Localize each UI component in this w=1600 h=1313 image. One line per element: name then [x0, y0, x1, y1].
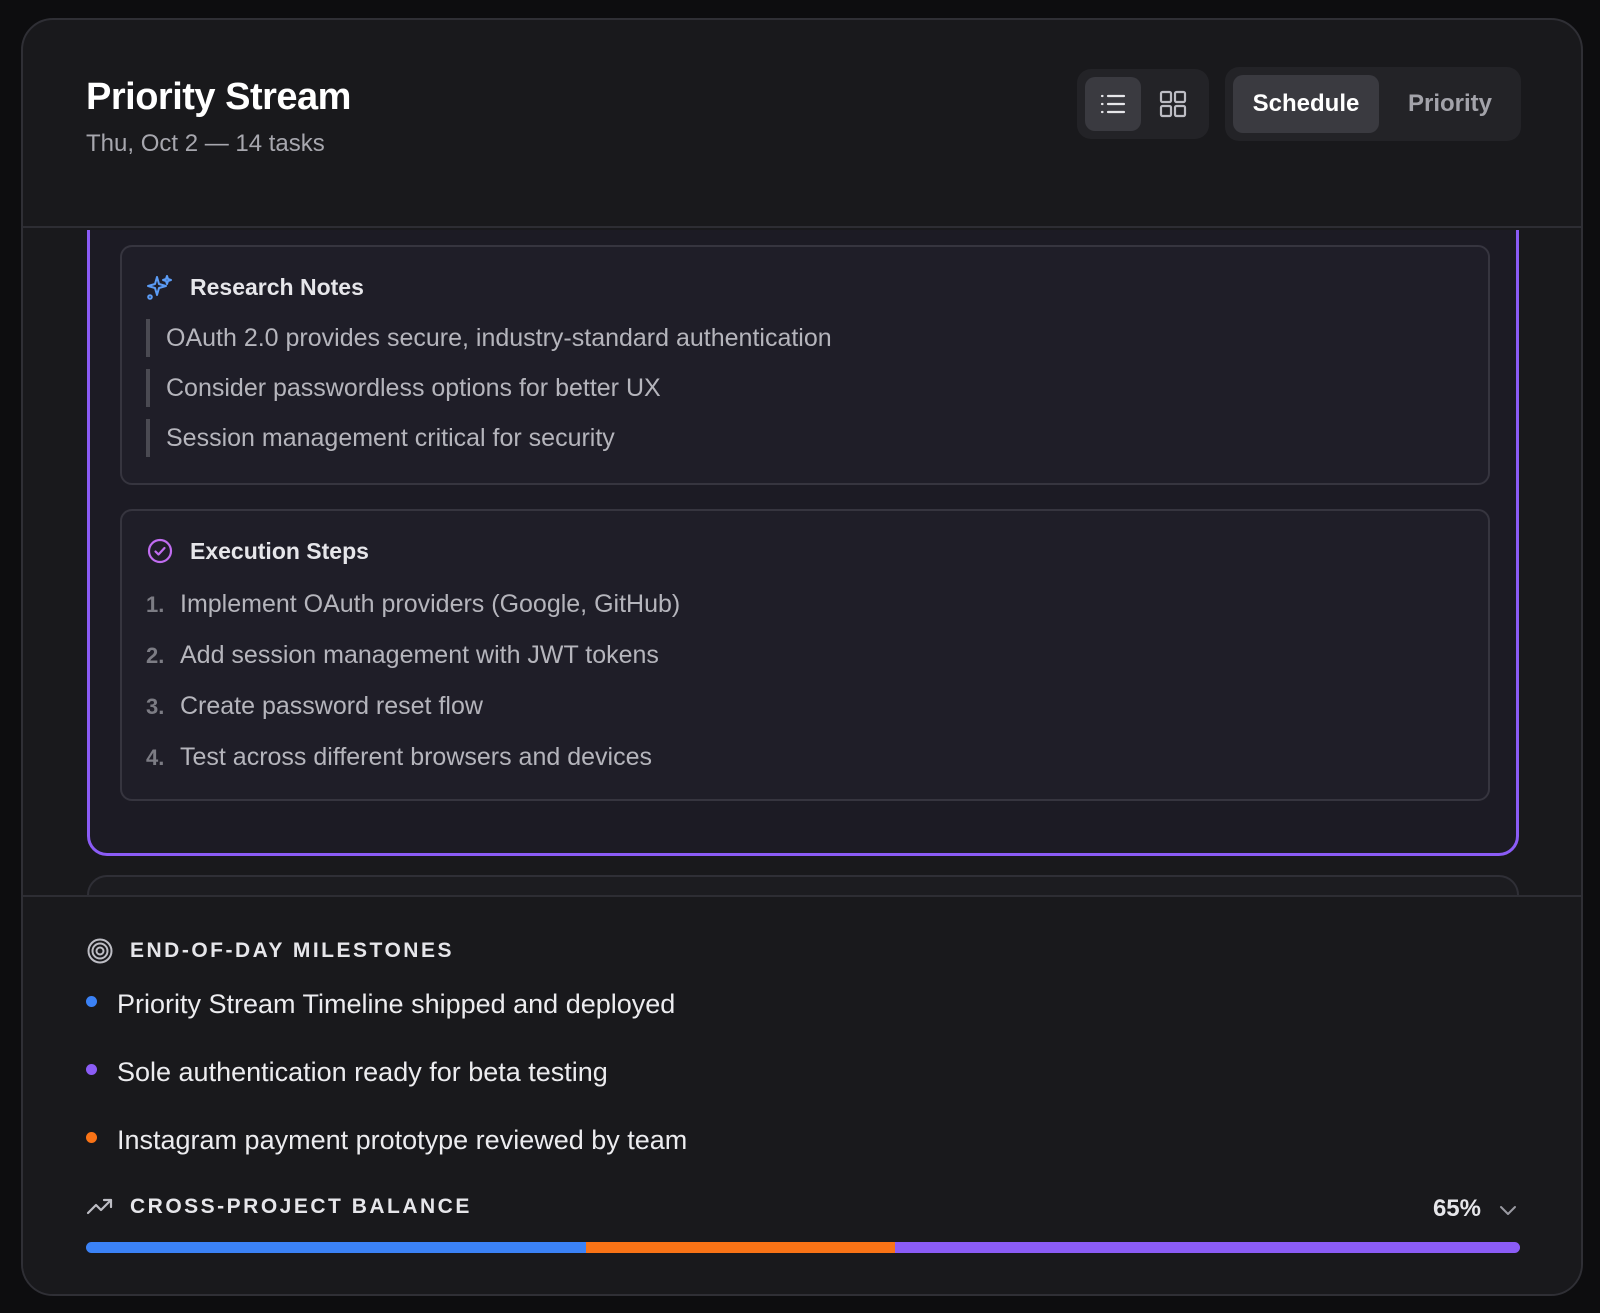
- step-number: 4.: [146, 745, 165, 770]
- mode-toggle: Schedule Priority: [1225, 67, 1521, 141]
- target-icon: [87, 938, 113, 964]
- execution-steps-section: Execution Steps 1. Implement OAuth provi…: [120, 509, 1490, 801]
- step-text: Implement OAuth providers (Google, GitHu…: [180, 590, 681, 618]
- balance-segment: [86, 1242, 587, 1253]
- trending-up-icon: [86, 1198, 113, 1215]
- panel-header: Priority Stream Thu, Oct 2 — 14 tasks Sc…: [23, 20, 1581, 228]
- balance-percent: 65%: [1432, 1195, 1481, 1222]
- execution-steps-title: Execution Steps: [190, 537, 369, 564]
- page-subtitle: Thu, Oct 2 — 14 tasks: [86, 130, 325, 157]
- list-view-button[interactable]: [1085, 77, 1141, 131]
- step-number: 2.: [146, 643, 165, 668]
- milestones-header: END-OF-DAY MILESTONES: [86, 937, 454, 965]
- research-note: OAuth 2.0 provides secure, industry-stan…: [146, 319, 832, 357]
- execution-step: 3. Create password reset flow: [146, 687, 483, 726]
- balance-header: CROSS-PROJECT BALANCE: [86, 1193, 472, 1221]
- execution-step: 1. Implement OAuth providers (Google, Gi…: [146, 585, 680, 624]
- milestone-text: Priority Stream Timeline shipped and dep…: [117, 989, 676, 1019]
- milestones-title: END-OF-DAY MILESTONES: [130, 939, 454, 962]
- task-list-scroll[interactable]: Research Notes OAuth 2.0 provides secure…: [23, 230, 1581, 895]
- balance-segment: [894, 1242, 1520, 1253]
- milestone-text: Instagram payment prototype reviewed by …: [117, 1125, 688, 1155]
- step-text: Test across different browsers and devic…: [180, 743, 652, 771]
- panel-footer: END-OF-DAY MILESTONES Priority Stream Ti…: [23, 895, 1581, 1294]
- sparkles-icon: [147, 275, 172, 300]
- next-task-card[interactable]: [87, 875, 1519, 895]
- chevron-down-icon[interactable]: [1497, 1199, 1519, 1221]
- research-note: Consider passwordless options for better…: [146, 369, 661, 407]
- balance-bar: [86, 1242, 1520, 1253]
- milestone-item: Instagram payment prototype reviewed by …: [86, 1125, 687, 1156]
- milestone-text: Sole authentication ready for beta testi…: [117, 1057, 608, 1087]
- milestone-item: Sole authentication ready for beta testi…: [86, 1057, 608, 1088]
- page-title: Priority Stream: [86, 76, 351, 118]
- execution-step: 4. Test across different browsers and de…: [146, 738, 652, 777]
- view-toggle: [1077, 69, 1209, 139]
- research-notes-header: Research Notes: [146, 273, 364, 301]
- selected-task-card[interactable]: Research Notes OAuth 2.0 provides secure…: [87, 230, 1519, 856]
- execution-step: 2. Add session management with JWT token…: [146, 636, 659, 675]
- schedule-tab[interactable]: Schedule: [1233, 75, 1379, 133]
- priority-tab[interactable]: Priority: [1385, 75, 1515, 133]
- execution-steps-header: Execution Steps: [146, 537, 369, 565]
- grid-view-button[interactable]: [1145, 77, 1201, 131]
- research-notes-section: Research Notes OAuth 2.0 provides secure…: [120, 245, 1490, 485]
- research-notes-title: Research Notes: [190, 273, 364, 300]
- priority-stream-panel: Priority Stream Thu, Oct 2 — 14 tasks Sc…: [21, 18, 1583, 1296]
- step-text: Create password reset flow: [180, 692, 483, 720]
- list-icon: [1100, 94, 1126, 114]
- grid-icon: [1159, 90, 1187, 118]
- check-circle-icon: [147, 538, 173, 564]
- milestone-dot: [86, 1064, 97, 1075]
- step-number: 1.: [146, 592, 165, 617]
- balance-title: CROSS-PROJECT BALANCE: [130, 1195, 472, 1218]
- milestone-dot: [86, 996, 97, 1007]
- balance-segment: [586, 1242, 895, 1253]
- milestone-dot: [86, 1132, 97, 1143]
- step-text: Add session management with JWT tokens: [180, 641, 659, 669]
- step-number: 3.: [146, 694, 165, 719]
- milestone-item: Priority Stream Timeline shipped and dep…: [86, 989, 675, 1020]
- research-note: Session management critical for security: [146, 419, 615, 457]
